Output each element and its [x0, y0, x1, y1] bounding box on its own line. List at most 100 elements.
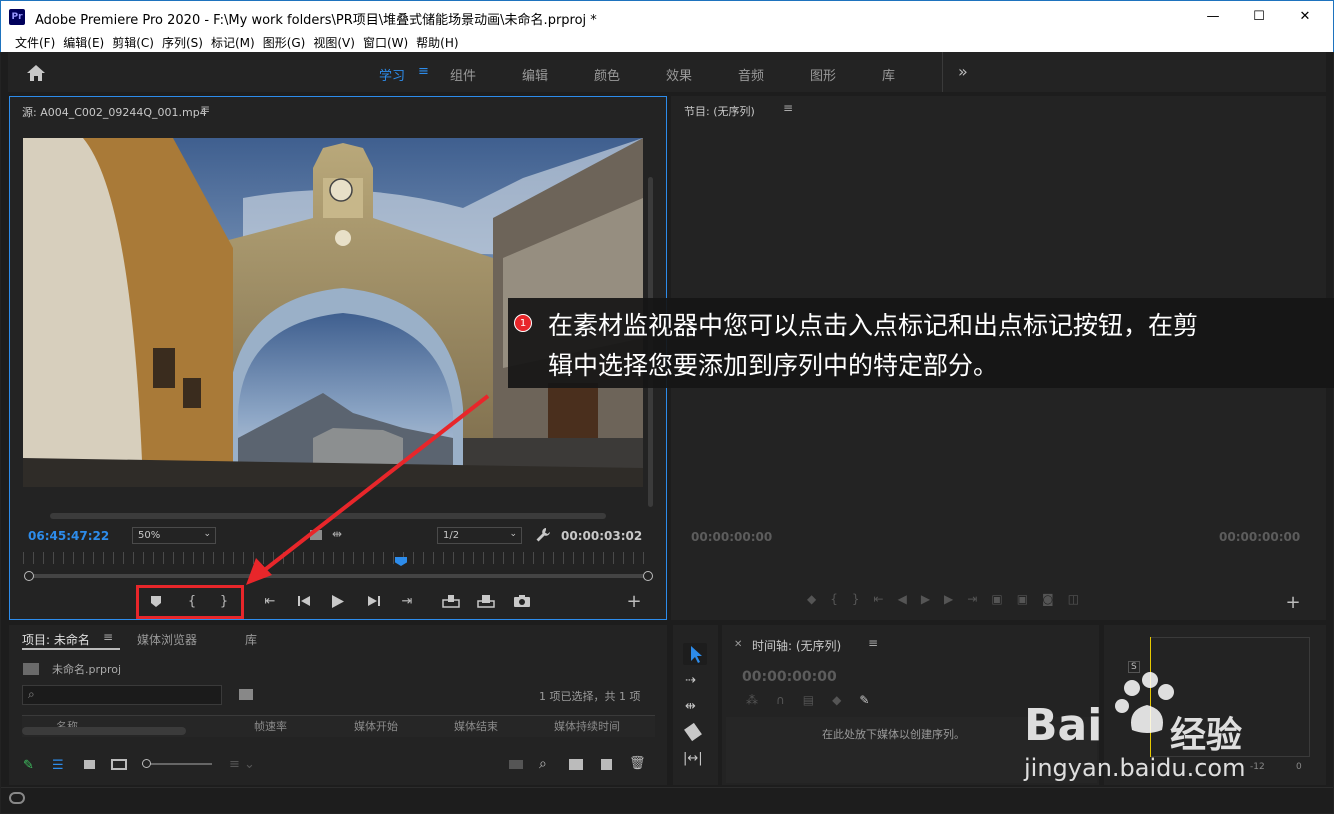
project-search-input[interactable]: ⌕ — [22, 685, 222, 705]
freeform-view-icon[interactable] — [111, 759, 127, 770]
timeline-marker-icon[interactable]: ◆ — [832, 693, 859, 707]
more-workspaces-button[interactable]: » — [958, 62, 968, 81]
timeline-settings-wrench-icon[interactable]: ✎ — [859, 693, 887, 707]
menu-clip[interactable]: 剪辑(C) — [108, 32, 158, 51]
source-monitor-title[interactable]: 源: A004_C002_09244Q_001.mp4 — [22, 104, 207, 120]
menu-help[interactable]: 帮助(H) — [412, 32, 462, 51]
timeline-panel-menu-icon[interactable]: ≡ — [868, 636, 878, 650]
zoom-handle-left[interactable] — [24, 571, 34, 581]
column-media-duration[interactable]: 媒体持续时间 — [554, 718, 620, 734]
slip-tool-icon[interactable]: |↔| — [683, 751, 703, 766]
creative-cloud-icon[interactable] — [9, 792, 25, 804]
program-play-icon[interactable]: ▶ — [921, 592, 944, 606]
insert-button[interactable] — [440, 591, 462, 611]
program-mark-in-icon[interactable]: { — [830, 592, 852, 606]
tab-media-browser[interactable]: 媒体浏览器 — [137, 631, 197, 648]
razor-tool-icon[interactable] — [684, 722, 702, 742]
snap-magnet-icon[interactable]: ∩ — [776, 693, 803, 707]
program-camera-icon[interactable]: ◙ — [1042, 592, 1068, 606]
source-horizontal-scrollbar[interactable] — [50, 513, 606, 519]
tab-project[interactable]: 项目: 未命名 — [22, 631, 90, 648]
mark-in-button[interactable]: { — [182, 591, 202, 611]
program-step-back-icon[interactable]: ◀ — [898, 592, 921, 606]
column-media-end[interactable]: 媒体结束 — [454, 718, 498, 734]
step-back-button[interactable] — [294, 591, 314, 611]
program-mark-out-icon[interactable]: } — [852, 592, 874, 606]
timeline-timecode[interactable]: 00:00:00:00 — [742, 669, 837, 685]
clip-icon[interactable] — [310, 530, 322, 540]
tab-libraries[interactable]: 库 — [245, 631, 257, 648]
program-timecode-left[interactable]: 00:00:00:00 — [691, 530, 772, 544]
timeline-title[interactable]: 时间轴: (无序列) — [752, 637, 841, 654]
project-panel-menu-icon[interactable]: ≡ — [103, 630, 113, 644]
minimize-button[interactable]: — — [1193, 5, 1233, 27]
nest-icon[interactable]: ⁂ — [746, 693, 776, 707]
automate-to-sequence-icon[interactable] — [509, 760, 523, 769]
go-to-out-button[interactable]: ⇥ — [397, 591, 417, 611]
source-playhead-marker[interactable] — [395, 557, 407, 566]
column-media-start[interactable]: 媒体开始 — [354, 718, 398, 734]
new-item-icon[interactable] — [601, 759, 612, 770]
menu-edit[interactable]: 编辑(E) — [59, 32, 108, 51]
workspace-tab-effects[interactable]: 效果 — [666, 65, 692, 84]
program-marker-icon[interactable]: ◆ — [807, 592, 830, 606]
button-editor-add-icon[interactable]: + — [624, 591, 644, 612]
workspace-menu-icon[interactable]: ≡ — [418, 64, 429, 79]
new-bin-folder-icon[interactable] — [569, 759, 583, 770]
mark-out-button[interactable]: } — [214, 591, 234, 611]
write-protect-pencil-icon[interactable]: ✎ — [23, 758, 34, 773]
zoom-select[interactable]: 50% ⌄ — [132, 527, 216, 544]
menu-marker[interactable]: 标记(M) — [207, 32, 259, 51]
close-button[interactable]: ✕ — [1285, 5, 1325, 27]
timeline-close-icon[interactable]: ✕ — [734, 639, 742, 650]
export-frame-button[interactable] — [511, 591, 533, 611]
program-lift-icon[interactable]: ▣ — [991, 592, 1016, 606]
workspace-tab-color[interactable]: 颜色 — [594, 65, 620, 84]
linked-selection-icon[interactable]: ▤ — [803, 693, 832, 707]
zoom-handle-right[interactable] — [643, 571, 653, 581]
drag-video-audio-icon[interactable]: ⇹ — [332, 527, 342, 541]
menu-graphics[interactable]: 图形(G) — [259, 32, 310, 51]
go-to-in-button[interactable]: ⇤ — [260, 591, 280, 611]
workspace-tab-learn[interactable]: 学习 — [379, 65, 405, 84]
source-playhead-timecode[interactable]: 06:45:47:22 — [28, 529, 109, 543]
menu-file[interactable]: 文件(F) — [11, 32, 59, 51]
program-extract-icon[interactable]: ▣ — [1017, 592, 1042, 606]
list-view-icon[interactable]: ☰ — [52, 758, 64, 773]
track-select-tool-icon[interactable]: ⇢ — [685, 673, 696, 688]
workspace-tab-assembly[interactable]: 组件 — [450, 65, 476, 84]
source-time-ruler[interactable] — [23, 552, 653, 564]
play-button[interactable] — [328, 591, 348, 611]
resolution-select[interactable]: 1/2 ⌄ — [437, 527, 522, 544]
trash-icon[interactable]: 🗑 — [629, 756, 646, 771]
program-add-button-icon[interactable]: + — [1283, 592, 1303, 613]
workspace-tab-audio[interactable]: 音频 — [738, 65, 764, 84]
program-go-out-icon[interactable]: ⇥ — [967, 592, 991, 606]
project-horizontal-scrollbar[interactable] — [22, 727, 186, 735]
program-step-fwd-icon[interactable]: ▶ — [944, 592, 967, 606]
program-go-in-icon[interactable]: ⇤ — [874, 592, 898, 606]
home-icon[interactable] — [26, 64, 46, 82]
workspace-tab-libraries[interactable]: 库 — [882, 65, 895, 84]
sort-icon[interactable]: ≡ ⌄ — [229, 757, 255, 772]
workspace-tab-editing[interactable]: 编辑 — [522, 65, 548, 84]
source-panel-menu-icon[interactable]: ≡ — [200, 102, 210, 116]
program-monitor-title[interactable]: 节目: (无序列) — [684, 103, 755, 119]
step-forward-button[interactable] — [364, 591, 384, 611]
zoom-slider[interactable] — [142, 763, 212, 765]
menu-view[interactable]: 视图(V) — [309, 32, 359, 51]
icon-view-icon[interactable] — [84, 760, 95, 769]
menu-window[interactable]: 窗口(W) — [359, 32, 412, 51]
source-zoom-bar[interactable] — [28, 574, 648, 578]
workspace-tab-graphics[interactable]: 图形 — [810, 65, 836, 84]
new-search-bin-icon[interactable] — [239, 689, 253, 700]
maximize-button[interactable]: ☐ — [1239, 5, 1279, 27]
settings-wrench-icon[interactable] — [535, 527, 551, 543]
zoom-slider-handle[interactable] — [142, 759, 151, 768]
find-icon[interactable]: ⌕ — [539, 756, 547, 772]
overwrite-button[interactable] — [475, 591, 497, 611]
selection-tool-icon[interactable] — [683, 643, 707, 665]
menu-sequence[interactable]: 序列(S) — [158, 32, 207, 51]
ripple-edit-tool-icon[interactable]: ⇹ — [685, 699, 696, 714]
program-compare-icon[interactable]: ◫ — [1068, 592, 1093, 606]
